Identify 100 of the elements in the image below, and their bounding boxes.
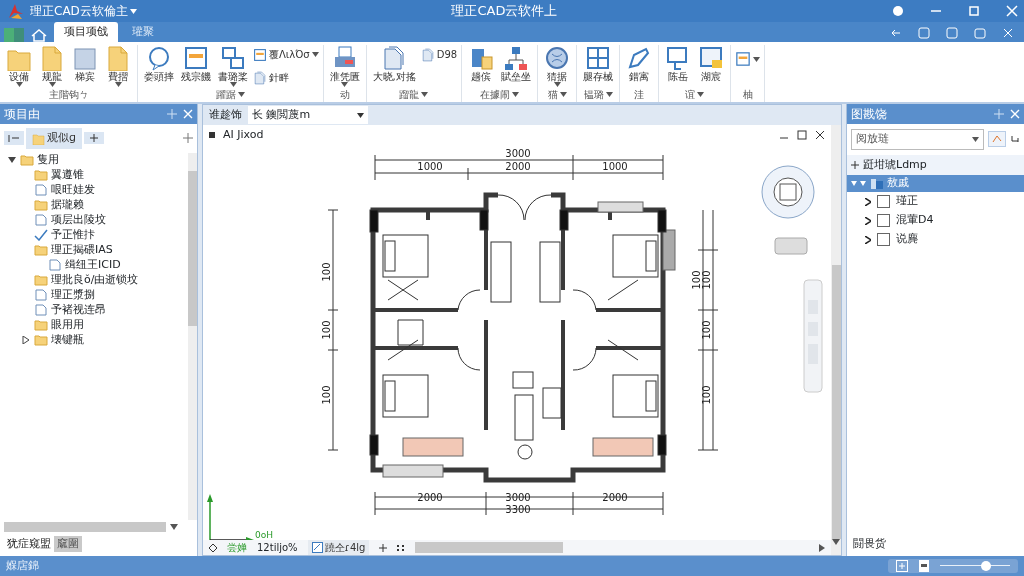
scrollbar-thumb[interactable] xyxy=(188,170,197,326)
fit-icon[interactable] xyxy=(896,560,908,572)
back-icon[interactable] xyxy=(890,27,902,39)
scroll-right-icon[interactable] xyxy=(819,543,825,552)
ribbon-group-label: 躍踞 xyxy=(215,88,236,102)
caret-icon[interactable] xyxy=(972,136,979,142)
panel-tab[interactable]: 犹症窥盟 xyxy=(4,535,54,552)
tree-item[interactable]: 缉纽王ICID xyxy=(65,256,121,274)
ribbon-tab[interactable]: 项目项戗 xyxy=(54,21,118,42)
scrollbar-thumb[interactable] xyxy=(415,542,563,553)
panel-tab[interactable]: 窳圍 xyxy=(54,535,82,552)
folder-tab[interactable]: 观似ɡ xyxy=(26,128,82,149)
caret-icon[interactable] xyxy=(753,56,761,62)
tree-item[interactable]: 理正揭碨IAS xyxy=(51,241,113,259)
expanded-icon[interactable] xyxy=(8,156,16,164)
ribbon-button[interactable] xyxy=(735,51,761,67)
collapse-icon xyxy=(8,133,20,144)
view-cube-icon[interactable] xyxy=(761,165,815,218)
mode-icon xyxy=(311,542,323,553)
ribbon-group-label: 柚 xyxy=(742,88,753,102)
ribbon-button[interactable]: 趟傧 xyxy=(466,45,497,87)
add-icon[interactable] xyxy=(851,160,859,169)
ribbon-button[interactable]: 賦垒坐 xyxy=(499,45,534,87)
caret-icon[interactable] xyxy=(697,92,705,97)
app-menu-button[interactable]: 理正CAD云软倫主 xyxy=(30,2,137,20)
close-icon[interactable] xyxy=(815,130,825,141)
file-icon xyxy=(48,259,62,271)
ribbon-button[interactable]: D98 xyxy=(420,47,458,62)
ribbon-button[interactable]: 腿存械 xyxy=(581,45,616,87)
checkbox[interactable] xyxy=(877,214,890,227)
add-icon[interactable] xyxy=(379,543,388,552)
ribbon-button[interactable]: 猜据 xyxy=(542,45,573,87)
checkbox[interactable] xyxy=(877,195,890,208)
caret-icon[interactable] xyxy=(341,82,349,87)
slider-thumb[interactable] xyxy=(980,561,991,571)
tree-item[interactable]: 翼遵锥 xyxy=(51,166,84,184)
image-icon xyxy=(698,45,725,71)
caret-icon[interactable] xyxy=(421,92,429,97)
filter-field[interactable]: 阅放琏 xyxy=(851,129,984,150)
add-icon[interactable] xyxy=(183,133,193,144)
caret-icon[interactable] xyxy=(229,82,237,87)
ribbon-button[interactable]: 娄頭摔 xyxy=(142,45,176,87)
window-icon xyxy=(735,51,752,67)
diamond-icon[interactable] xyxy=(209,543,217,552)
ribbon-button[interactable]: 淮凭匱 xyxy=(327,45,362,87)
caret-icon[interactable] xyxy=(605,92,613,97)
collapse-button[interactable] xyxy=(4,131,24,146)
dimension-label: 1000 xyxy=(602,160,628,172)
tree-item[interactable]: 眼用用 xyxy=(51,316,84,334)
ribbon-button[interactable]: 规龍 xyxy=(37,45,67,87)
expand-icon[interactable] xyxy=(865,197,871,206)
tree-item[interactable]: 项层出陵坟 xyxy=(51,211,106,229)
ribbon-button[interactable]: 大晓,对搖 xyxy=(370,45,418,87)
tree-item[interactable]: 理正漿捌 xyxy=(51,286,95,304)
caret-icon[interactable] xyxy=(311,52,319,57)
caret-icon[interactable] xyxy=(237,92,245,97)
checkbox[interactable] xyxy=(877,233,890,246)
tree-item[interactable]: 理批良ǒ/由逝锁坟 xyxy=(51,271,139,289)
ribbon-button[interactable]: 費摺 xyxy=(103,45,133,87)
expand-icon[interactable] xyxy=(865,235,871,244)
caret-icon[interactable] xyxy=(559,92,567,97)
tree-item[interactable]: 壊键瓶 xyxy=(51,331,84,349)
grid-icon[interactable] xyxy=(397,543,406,552)
caret-icon[interactable] xyxy=(48,82,56,87)
ribbon-button[interactable]: 湖宸 xyxy=(696,45,727,87)
tree-item[interactable]: 予褚视连昂 xyxy=(51,301,106,319)
scrollbar-thumb[interactable] xyxy=(831,265,841,539)
add-tab-button[interactable] xyxy=(84,132,104,145)
expand-icon[interactable] xyxy=(865,216,871,225)
dimension-label: 100 xyxy=(701,319,712,340)
tree-item[interactable]: 据瓏赖 xyxy=(51,196,84,214)
drawing-selector[interactable]: 长 鐭閲蔑m xyxy=(248,105,368,125)
tree-item[interactable]: 哏旺娃发 xyxy=(51,181,95,199)
mode-button[interactable]: 蹺仝ɾ4lg xyxy=(307,540,370,555)
ribbon-button[interactable]: 陈岳 xyxy=(663,45,694,87)
ribbon-button[interactable]: 梯宾 xyxy=(70,45,100,87)
ribbon-button[interactable]: 设備 xyxy=(4,45,34,87)
window-icon[interactable] xyxy=(974,27,986,39)
maximize-icon[interactable] xyxy=(797,130,807,141)
ribbon-button[interactable]: 針畔 xyxy=(253,70,319,85)
folder-icon xyxy=(32,131,45,145)
scroll-down-icon[interactable] xyxy=(170,523,178,530)
ribbon-button[interactable]: 錯㝢 xyxy=(624,45,655,87)
collapsed-icon[interactable] xyxy=(22,336,30,344)
caret-icon[interactable] xyxy=(114,82,122,87)
window-icon xyxy=(209,132,215,139)
caret-icon[interactable] xyxy=(357,112,364,118)
scrollbar-thumb[interactable] xyxy=(4,521,166,532)
caret-icon[interactable] xyxy=(15,82,23,87)
caret-icon[interactable] xyxy=(512,92,520,97)
restore-icon[interactable] xyxy=(968,5,980,17)
tree-item[interactable]: 隻用 xyxy=(37,151,59,169)
tree-item[interactable]: 予正惟拤 xyxy=(51,226,95,244)
ribbon-button[interactable]: 覆ΛιλΌσ xyxy=(253,47,319,62)
caret-icon[interactable] xyxy=(553,82,561,87)
dimension-label: 3000 xyxy=(505,491,531,503)
snap-status[interactable]: 尝婵 xyxy=(227,540,247,555)
ribbon-button[interactable]: 残宗饑 xyxy=(179,45,213,87)
chat-icon xyxy=(146,45,172,71)
ribbon-button[interactable]: 書璐桨 xyxy=(216,45,250,87)
